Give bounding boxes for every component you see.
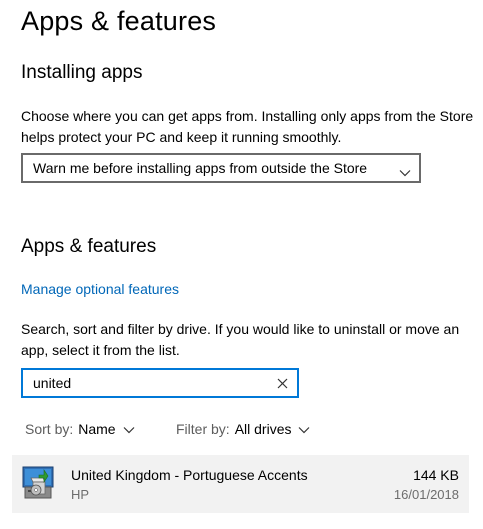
- filter-by-label: Filter by:: [176, 421, 230, 437]
- installing-apps-heading: Installing apps: [21, 62, 143, 83]
- close-icon: [277, 378, 287, 388]
- chevron-down-icon: [399, 164, 411, 177]
- app-size: 144 KB: [413, 467, 459, 483]
- app-publisher: HP: [71, 487, 90, 502]
- sort-by-control[interactable]: Sort by: Name: [25, 421, 135, 437]
- page-title: Apps & features: [21, 6, 217, 36]
- app-source-dropdown-value: Warn me before installing apps from outs…: [33, 160, 368, 176]
- sort-by-label: Sort by:: [25, 421, 74, 437]
- app-name: United Kingdom - Portuguese Accents: [71, 467, 308, 483]
- installer-package-icon: [22, 466, 54, 500]
- app-search-input[interactable]: [33, 375, 273, 391]
- app-install-date: 16/01/2018: [393, 487, 459, 502]
- apps-features-heading: Apps & features: [21, 236, 157, 257]
- installing-apps-description: Choose where you can get apps from. Inst…: [21, 108, 474, 145]
- list-item[interactable]: United Kingdom - Portuguese Accents HP 1…: [12, 455, 469, 513]
- app-search-box[interactable]: [21, 368, 299, 398]
- chevron-down-icon: [123, 421, 135, 437]
- chevron-down-icon: [298, 421, 310, 437]
- app-source-dropdown[interactable]: Warn me before installing apps from outs…: [21, 153, 421, 183]
- search-clear-button[interactable]: [273, 374, 291, 392]
- manage-optional-features-link[interactable]: Manage optional features: [21, 281, 179, 297]
- filter-by-control[interactable]: Filter by: All drives: [176, 421, 310, 437]
- sort-by-value: Name: [78, 421, 116, 437]
- search-description: Search, sort and filter by drive. If you…: [21, 321, 460, 358]
- filter-by-value: All drives: [234, 421, 292, 437]
